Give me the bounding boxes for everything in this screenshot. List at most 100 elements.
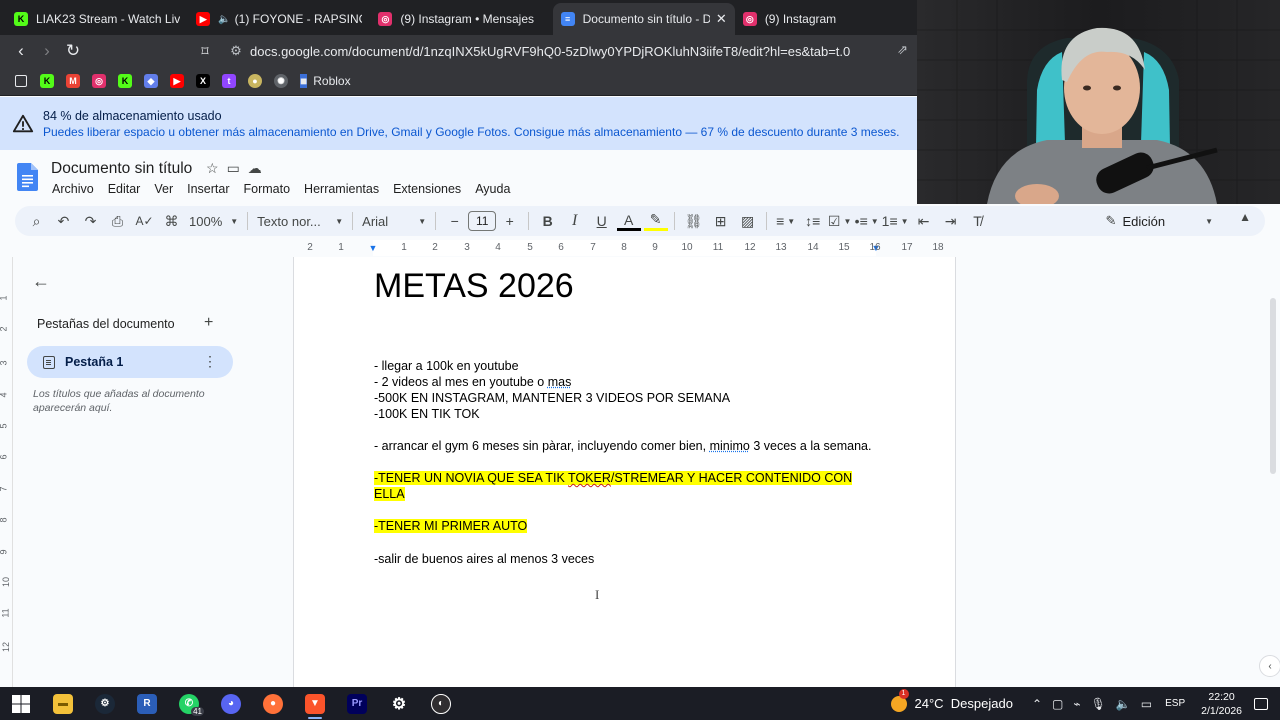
more-vert-icon[interactable]: ⋮	[203, 353, 217, 370]
browser-tab[interactable]: ◎ (9) Instagram	[735, 3, 917, 35]
highlight-color-icon[interactable]: ✎	[643, 211, 668, 231]
spelling-flag[interactable]: mas	[548, 375, 572, 389]
device-icon[interactable]: ▢	[1052, 697, 1063, 711]
youtube-icon[interactable]: ▶	[164, 70, 190, 92]
horizontal-ruler[interactable]: 2 1 ▼ 1 2 3 4 5 6 7 8 9 10 11 12 13 14 1…	[293, 240, 956, 256]
document-line-highlighted[interactable]: -TENER UN NOVIA QUE SEA TIK TOKER/STREME…	[374, 470, 853, 486]
kick-icon[interactable]: K	[112, 70, 138, 92]
microphone-icon[interactable]: 🎙	[1091, 697, 1106, 711]
spellcheck-icon[interactable]: A✓	[133, 209, 157, 233]
arrow-back-icon[interactable]: ←	[32, 271, 50, 292]
banner-subtitle[interactable]: Puedes liberar espacio u obtener más alm…	[43, 125, 899, 139]
style-select[interactable]: Texto nor... ▼	[253, 214, 347, 229]
document-tab-item[interactable]: Pestaña 1 ⋮	[27, 346, 233, 378]
move-folder-icon[interactable]: ▭	[227, 160, 240, 177]
openai-icon[interactable]: ✺	[268, 70, 294, 92]
taskbar-app[interactable]: ●	[252, 687, 294, 720]
bookmark-icon[interactable]: ⌑	[192, 38, 218, 64]
clear-formatting-icon[interactable]: T̸	[966, 209, 990, 233]
notifications-icon[interactable]	[1254, 697, 1268, 710]
url-text[interactable]: docs.google.com/document/d/1nzqINX5kUgRV…	[250, 44, 850, 59]
document-page[interactable]: METAS 2026 - llegar a 100k en youtube - …	[293, 257, 956, 687]
line-spacing-icon[interactable]: ↕≡	[801, 209, 825, 233]
insert-link-icon[interactable]: ⛓	[682, 209, 706, 233]
numbered-list-icon[interactable]: 1≡ ▼	[882, 209, 909, 233]
apps-icon[interactable]	[8, 70, 34, 92]
menu-extensiones[interactable]: Extensiones	[386, 180, 468, 198]
spelling-flag[interactable]: minimo	[710, 439, 750, 453]
star-icon[interactable]: ☆	[206, 160, 219, 177]
increase-font-size-icon[interactable]: +	[498, 209, 522, 233]
x-icon[interactable]: X	[190, 70, 216, 92]
paint-format-icon[interactable]: ⌘	[160, 209, 184, 233]
checklist-icon[interactable]: ☑ ▼	[828, 209, 852, 233]
decrease-indent-icon[interactable]: ⇤	[912, 209, 936, 233]
volume-icon[interactable]: 🔈	[1116, 697, 1131, 711]
bold-icon[interactable]: B	[536, 209, 560, 233]
undo-icon[interactable]: ↶	[52, 209, 76, 233]
share-icon[interactable]: ⇗	[897, 42, 908, 58]
document-title[interactable]: Documento sin título	[51, 160, 192, 178]
menu-archivo[interactable]: Archivo	[45, 180, 101, 198]
clock[interactable]: 22:20 2/1/2026	[1201, 690, 1242, 718]
close-icon[interactable]: ✕	[716, 11, 727, 27]
menu-editar[interactable]: Editar	[101, 180, 148, 198]
browser-tab-active[interactable]: ≡ Documento sin título - Docu ✕	[552, 3, 735, 35]
taskbar-app[interactable]: ⚙	[84, 687, 126, 720]
vertical-ruler[interactable]: 1 2 3 4 5 6 7 8 9 10 11 12	[0, 257, 13, 687]
chevron-left-icon[interactable]: ‹	[1259, 655, 1280, 677]
spelling-flag[interactable]: TOKER	[568, 471, 611, 485]
kick-icon[interactable]: K	[34, 70, 60, 92]
print-icon[interactable]: ⎙	[106, 209, 130, 233]
decrease-font-size-icon[interactable]: −	[443, 209, 467, 233]
cloud-status-icon[interactable]: ☁	[248, 160, 262, 177]
coin-icon[interactable]: ●	[242, 70, 268, 92]
document-line[interactable]: -salir de buenos aires al menos 3 veces	[374, 551, 594, 567]
document-line[interactable]: - llegar a 100k en youtube	[374, 358, 519, 374]
windows-start-button[interactable]	[0, 687, 42, 720]
browser-tab[interactable]: ▶ 🔈 (1) FOYONE - RAPSINCORTE	[188, 3, 370, 35]
speaker-icon[interactable]: 🔈	[218, 14, 230, 25]
chevron-up-icon[interactable]: ⌃	[1032, 697, 1042, 711]
usb-icon[interactable]: ⌁	[1073, 697, 1080, 711]
zoom-select[interactable]: 100% ▼	[185, 214, 242, 229]
text-color-icon[interactable]: A	[616, 211, 641, 231]
add-tab-icon[interactable]: +	[204, 314, 213, 332]
document-line[interactable]: -500K EN INSTAGRAM, MANTENER 3 VIDEOS PO…	[374, 390, 730, 406]
back-icon[interactable]: ‹	[8, 38, 34, 64]
taskbar-app[interactable]: ▬	[42, 687, 84, 720]
gmail-icon[interactable]: M	[60, 70, 86, 92]
taskbar-app[interactable]: Pr	[336, 687, 378, 720]
document-heading[interactable]: METAS 2026	[374, 267, 574, 306]
address-bar[interactable]: ⚙ docs.google.com/document/d/1nzqINX5kUg…	[222, 38, 912, 64]
search-menus-icon[interactable]: ⌕	[25, 209, 49, 233]
docs-logo-icon[interactable]	[17, 163, 38, 191]
browser-tab[interactable]: K LIAK23 Stream - Watch Live on	[6, 3, 188, 35]
redo-icon[interactable]: ↷	[79, 209, 103, 233]
document-line[interactable]: - arrancar el gym 6 meses sin pàrar, inc…	[374, 438, 871, 454]
font-size-input[interactable]: 11	[468, 211, 497, 231]
site-info-icon[interactable]: ⚙	[222, 43, 250, 59]
italic-icon[interactable]: I	[563, 209, 587, 233]
increase-indent-icon[interactable]: ⇥	[939, 209, 963, 233]
taskbar-app[interactable]: ◕	[210, 687, 252, 720]
taskbar-app-active[interactable]: ▼	[294, 687, 336, 720]
underline-icon[interactable]: U	[590, 209, 614, 233]
taskbar-app[interactable]: ⚙	[378, 687, 420, 720]
scrollbar-thumb[interactable]	[1270, 298, 1276, 474]
taskbar-app[interactable]: R	[126, 687, 168, 720]
forward-icon[interactable]: ›	[34, 38, 60, 64]
instagram-icon[interactable]: ◎	[86, 70, 112, 92]
align-icon[interactable]: ≡ ▼	[774, 209, 798, 233]
editing-mode-select[interactable]: ✎ Edición ▼	[1106, 209, 1213, 233]
menu-formato[interactable]: Formato	[237, 180, 298, 198]
menu-insertar[interactable]: Insertar	[180, 180, 236, 198]
font-select[interactable]: Arial ▼	[358, 214, 430, 229]
taskbar-app[interactable]: ◐	[420, 687, 462, 720]
document-line[interactable]: -100K EN TIK TOK	[374, 406, 480, 422]
document-line[interactable]: - 2 videos al mes en youtube o mas	[374, 374, 571, 390]
add-comment-icon[interactable]: ⊞	[709, 209, 733, 233]
browser-tab[interactable]: ◎ (9) Instagram • Mensajes	[370, 3, 552, 35]
ethereum-icon[interactable]: ◆	[138, 70, 164, 92]
language-indicator[interactable]: ESP	[1165, 698, 1185, 709]
